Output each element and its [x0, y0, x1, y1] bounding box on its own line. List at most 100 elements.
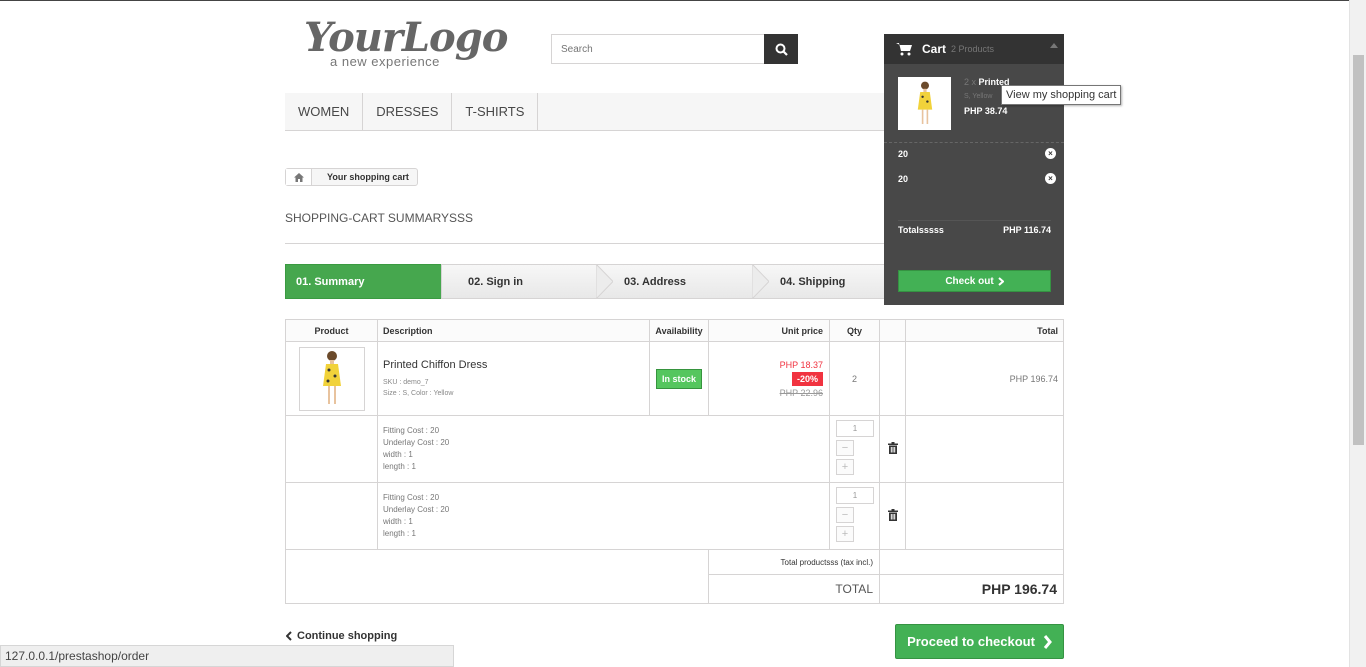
trash-icon[interactable] — [887, 509, 898, 521]
quantity-input[interactable]: 1 — [836, 487, 874, 504]
discount-badge: -20% — [791, 371, 823, 386]
scrollbar-thumb[interactable] — [1353, 55, 1364, 445]
continue-shopping-link[interactable]: Continue shopping — [286, 630, 397, 642]
chevron-left-icon — [286, 631, 292, 641]
customization-cell: Fitting Cost : 20 Underlay Cost : 20 wid… — [377, 482, 830, 550]
browser-status-bar: 127.0.0.1/prestashop/order — [0, 645, 454, 667]
cart-tooltip: View my shopping cart — [1001, 85, 1122, 105]
unit-price-cell: PHP 18.37 -20% PHP 22.96 — [708, 341, 830, 416]
product-sku: SKU : demo_7 — [383, 378, 429, 386]
remove-option-button[interactable]: × — [1045, 148, 1056, 159]
menu-item-women[interactable]: WOMEN — [285, 93, 364, 130]
product-name[interactable]: Printed Chiffon Dress — [383, 359, 649, 371]
col-header-unit-price: Unit price — [708, 319, 830, 342]
discount-wrap: -20% — [709, 371, 823, 386]
old-price: PHP 22.96 — [779, 387, 823, 398]
chevron-right-icon — [998, 276, 1004, 286]
empty-cell — [905, 415, 1064, 483]
width-value: width : 1 — [383, 517, 413, 526]
col-header-product: Product — [285, 319, 378, 342]
step-label: 01. Summary — [296, 275, 365, 288]
menu-item-dresses[interactable]: DRESSES — [363, 93, 453, 130]
cart-count: 2 Products — [951, 44, 995, 54]
dress-image — [917, 81, 932, 124]
availability-cell: In stock — [649, 341, 709, 416]
continue-shopping-label: Continue shopping — [297, 630, 398, 642]
cart-divider — [884, 142, 1064, 143]
step-label: 03. Address — [624, 275, 686, 288]
step-shipping[interactable]: 04. Shipping — [753, 264, 885, 299]
qty-decrease-button[interactable]: − — [836, 507, 854, 523]
empty-cell — [285, 549, 709, 604]
logo-tagline: a new experience — [330, 54, 440, 69]
qty-decrease-button[interactable]: − — [836, 440, 854, 456]
check-out-button[interactable]: Check out — [898, 270, 1051, 292]
cart-total-label: Totalsssss — [898, 225, 944, 235]
total-products-label: Total productsss (tax incl.) — [708, 549, 880, 575]
cart-title: Cart — [922, 42, 947, 56]
qty-increase-button[interactable]: + — [836, 459, 854, 475]
home-icon — [293, 172, 304, 182]
qty-control-cell: 1 − + — [829, 482, 880, 550]
close-icon: × — [1048, 149, 1053, 158]
qty-cell: 2 — [829, 341, 880, 416]
proceed-to-checkout-button[interactable]: Proceed to checkout — [895, 624, 1064, 659]
underlay-cost: Underlay Cost : 20 — [383, 438, 450, 447]
empty-cell — [905, 482, 1064, 550]
minus-icon: − — [841, 442, 849, 454]
table-header-row: Product Description Availability Unit pr… — [285, 319, 1064, 342]
width-value: width : 1 — [383, 450, 413, 459]
length-value: length : 1 — [383, 529, 416, 538]
col-header-description: Description — [377, 319, 650, 342]
cart-item-price: PHP 38.74 — [964, 106, 1008, 116]
breadcrumb-home[interactable] — [286, 169, 312, 185]
col-header-availability: Availability — [649, 319, 709, 342]
caret-up-icon — [1050, 43, 1058, 48]
product-image-cell — [285, 341, 378, 416]
cart-total-value: PHP 116.74 — [1003, 225, 1051, 235]
product-image[interactable] — [298, 346, 365, 411]
table-row: Fitting Cost : 20 Underlay Cost : 20 wid… — [285, 482, 1064, 550]
search-button[interactable] — [764, 34, 798, 64]
total-products-value — [879, 549, 1064, 575]
page-title: SHOPPING-CART SUMMARYSSS — [285, 211, 474, 225]
col-header-qty: Qty — [829, 319, 880, 342]
trash-icon[interactable] — [887, 442, 898, 454]
product-description-cell: Printed Chiffon Dress SKU : demo_7 Size … — [377, 341, 650, 416]
page-scrollbar[interactable] — [1349, 0, 1366, 667]
delete-cell — [879, 482, 906, 550]
step-arrow — [752, 264, 769, 299]
remove-option-button[interactable]: × — [1045, 173, 1056, 184]
proceed-label: Proceed to checkout — [907, 634, 1035, 649]
dress-image — [322, 350, 341, 404]
top-border — [0, 0, 1366, 1]
search-input[interactable] — [551, 34, 765, 64]
main-menu: WOMEN DRESSES T-SHIRTS — [285, 93, 885, 131]
cart-totals: Totalsssss PHP 116.74 — [898, 225, 1051, 235]
cart-item-image[interactable] — [898, 77, 951, 130]
in-stock-badge: In stock — [655, 368, 702, 389]
cart-header[interactable]: Cart 2 Products — [884, 34, 1064, 64]
step-summary[interactable]: 01. Summary — [285, 264, 457, 299]
cart-option-value: 20 — [898, 174, 909, 184]
cart-option-value: 20 — [898, 149, 909, 159]
total-label: TOTAL — [708, 574, 880, 604]
heading-divider — [285, 243, 885, 244]
qty-control-cell: 1 − + — [829, 415, 880, 483]
site-logo[interactable]: YourLogo a new experience — [300, 14, 508, 74]
checkout-steps: 01. Summary 02. Sign in 03. Address 04. … — [285, 264, 885, 299]
product-attributes: Size : S, Color : Yellow — [383, 389, 454, 397]
col-header-delete — [879, 319, 906, 342]
row-total: PHP 196.74 — [905, 341, 1064, 416]
quantity-input[interactable]: 1 — [836, 420, 874, 437]
underlay-cost: Underlay Cost : 20 — [383, 505, 450, 514]
step-sign-in[interactable]: 02. Sign in — [441, 264, 613, 299]
qty-increase-button[interactable]: + — [836, 526, 854, 542]
total-value: PHP 196.74 — [879, 574, 1064, 604]
search-bar — [551, 34, 798, 64]
menu-item-tshirts[interactable]: T-SHIRTS — [452, 93, 539, 130]
step-address[interactable]: 03. Address — [597, 264, 769, 299]
table-row: Printed Chiffon Dress SKU : demo_7 Size … — [285, 341, 1064, 416]
cart-table: Product Description Availability Unit pr… — [285, 319, 1064, 604]
breadcrumb: Your shopping cart — [285, 168, 418, 186]
